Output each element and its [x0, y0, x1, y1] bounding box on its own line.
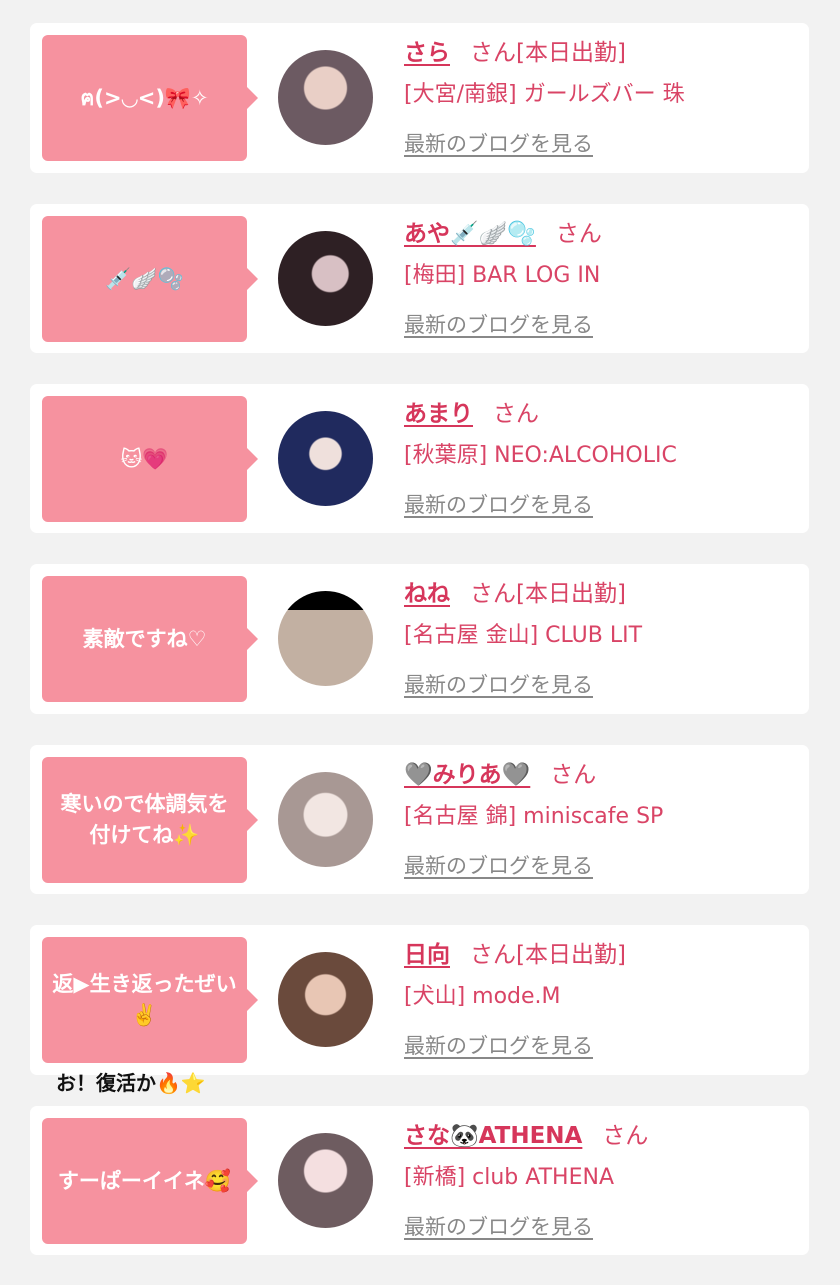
blog-link[interactable]: 最新のブログを見る — [404, 670, 593, 700]
honorific: さん — [493, 401, 539, 427]
comment-bubble: 寒いので体調気を付けてね✨ — [42, 757, 258, 883]
name-line: ねね さん[本日出勤] — [404, 574, 626, 614]
avatar[interactable] — [278, 50, 373, 145]
comment-bubble: 素敵ですね♡ — [42, 576, 258, 702]
comment-bubble: 返▶生き返ったぜい✌️ — [42, 937, 258, 1063]
status-text: [本日出勤] — [516, 581, 626, 607]
avatar[interactable] — [278, 591, 373, 686]
user-name-link[interactable]: ねね — [404, 581, 450, 607]
user-name-link[interactable]: さな🐼ATHENA — [404, 1123, 582, 1149]
user-card: 💉🪽🫧 あや💉🪽🫧 さん [梅田] BAR LOG IN 最新のブログを見る — [30, 204, 809, 353]
honorific: さん — [555, 221, 602, 247]
user-card: ฅ(>◡<)🎀✧ さら さん[本日出勤] [大宮/南銀] ガールズバー 珠 最新の… — [30, 23, 809, 173]
user-card: 🐱💗 あまり さん [秋葉原] NEO:ALCOHOLIC 最新のブログを見る — [30, 384, 809, 533]
honorific: さん — [550, 762, 597, 788]
shop-info: [秋葉原] NEO:ALCOHOLIC — [404, 443, 677, 468]
shop-info: [名古屋 錦] miniscafe SP — [404, 804, 664, 829]
user-name-link[interactable]: あまり — [404, 401, 473, 427]
honorific: さん — [602, 1123, 649, 1149]
user-card: 素敵ですね♡ ねね さん[本日出勤] [名古屋 金山] CLUB LIT 最新のブ… — [30, 564, 809, 714]
name-line: あや💉🪽🫧 さん — [404, 214, 602, 254]
overlay-note: お！復活か🔥⭐ — [56, 1071, 206, 1095]
user-name-link[interactable]: さら — [404, 40, 450, 66]
name-line: さら さん[本日出勤] — [404, 33, 626, 73]
user-name-link[interactable]: あや💉🪽🫧 — [404, 221, 536, 247]
name-line: あまり さん — [404, 394, 539, 434]
avatar[interactable] — [278, 952, 373, 1047]
avatar[interactable] — [278, 231, 373, 326]
comment-bubble: ฅ(>◡<)🎀✧ — [42, 35, 258, 161]
honorific: さん — [470, 942, 516, 968]
name-line: さな🐼ATHENA さん — [404, 1116, 648, 1156]
avatar[interactable] — [278, 411, 373, 506]
status-text: [本日出勤] — [516, 40, 626, 66]
blog-link[interactable]: 最新のブログを見る — [404, 1212, 593, 1242]
avatar[interactable] — [278, 1133, 373, 1228]
user-card: 返▶生き返ったぜい✌️ 日向 さん[本日出勤] [犬山] mode.M 最新のブロ… — [30, 925, 809, 1075]
status-text: [本日出勤] — [516, 942, 626, 968]
blog-link[interactable]: 最新のブログを見る — [404, 1031, 593, 1061]
shop-info: [新橋] club ATHENA — [404, 1165, 614, 1190]
blog-link[interactable]: 最新のブログを見る — [404, 490, 593, 520]
shop-info: [名古屋 金山] CLUB LIT — [404, 623, 643, 648]
shop-info: [大宮/南銀] ガールズバー 珠 — [404, 82, 685, 107]
honorific: さん — [470, 581, 516, 607]
name-line: 日向 さん[本日出勤] — [404, 935, 626, 975]
user-card: すーぱーイイネ🥰 さな🐼ATHENA さん [新橋] club ATHENA 最新… — [30, 1106, 809, 1255]
user-name-link[interactable]: 🩶みりあ🩶 — [404, 762, 530, 788]
name-line: 🩶みりあ🩶 さん — [404, 755, 596, 795]
comment-bubble: 💉🪽🫧 — [42, 216, 258, 342]
honorific: さん — [470, 40, 516, 66]
blog-link[interactable]: 最新のブログを見る — [404, 851, 593, 881]
blog-link[interactable]: 最新のブログを見る — [404, 129, 593, 159]
shop-info: [梅田] BAR LOG IN — [404, 263, 601, 288]
comment-bubble: すーぱーイイネ🥰 — [42, 1118, 258, 1244]
blog-link[interactable]: 最新のブログを見る — [404, 310, 593, 340]
shop-info: [犬山] mode.M — [404, 984, 561, 1009]
user-name-link[interactable]: 日向 — [404, 942, 450, 968]
comment-bubble: 🐱💗 — [42, 396, 258, 522]
user-card: 寒いので体調気を付けてね✨ 🩶みりあ🩶 さん [名古屋 錦] miniscafe … — [30, 745, 809, 894]
avatar[interactable] — [278, 772, 373, 867]
